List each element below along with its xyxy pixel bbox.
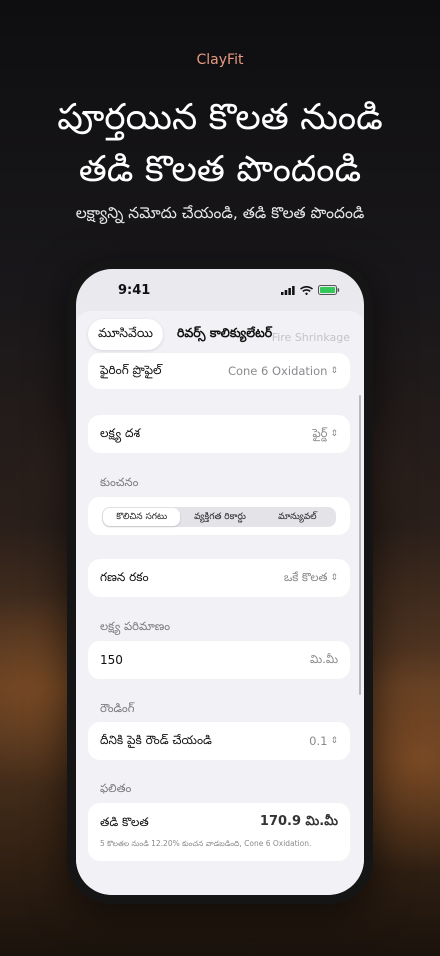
chevron-updown-icon: ⇕ [330, 366, 338, 376]
target-stage-card: లక్ష్య దశ ఫైర్డ్ ⇕ [88, 415, 350, 453]
segment-manual[interactable]: మాన్యువల్ [259, 507, 336, 527]
rounding-value: 0.1 [309, 734, 328, 748]
target-stage-value: ఫైర్డ్ [312, 425, 328, 440]
result-header: ఫలితం [100, 781, 132, 795]
brand-label: ClayFit [196, 52, 244, 68]
phone-screen: 9:41 Fire Shrinkage మూసివేయి రివర్స్ కాల… [76, 269, 364, 895]
shrinkage-header: కుంచనం [100, 475, 139, 489]
result-card: తడి కొలత 170.9 మి.మీ 5 కొలతల నుండి 12.20… [88, 803, 350, 861]
result-label: తడి కొలత [100, 815, 149, 829]
status-icons [281, 285, 340, 295]
result-note: 5 కొలతల నుండి 12.20% కుంచన వాడబడింది, Co… [100, 839, 312, 848]
sheet-header: మూసివేయి రివర్స్ కాలిక్యులేటర్ [88, 319, 272, 350]
firing-profile-label: ఫైరింగ్ ప్రొఫైల్ [100, 362, 162, 377]
chevron-updown-icon: ⇕ [330, 736, 338, 746]
calc-type-card: గణన రకం ఒకే కొలత ⇕ [88, 559, 350, 597]
rounding-header: రౌండింగ్ [100, 701, 135, 715]
segment-personal-record[interactable]: వ్యక్తిగత రికార్డు [181, 507, 258, 527]
shrinkage-card: కొలిచిన సగటు వ్యక్తిగత రికార్డు మాన్యువల… [88, 497, 350, 535]
close-button[interactable]: మూసివేయి [88, 319, 163, 350]
target-size-unit: మి.మీ [310, 651, 338, 666]
headline-line-2: తడి కొలత పొందండి [78, 149, 362, 190]
firing-profile-value: Cone 6 Oxidation [227, 364, 328, 378]
chevron-updown-icon: ⇕ [330, 573, 338, 583]
calculator-sheet: Fire Shrinkage మూసివేయి రివర్స్ కాలిక్యు… [76, 311, 364, 895]
segment-measured-average[interactable]: కొలిచిన సగటు [103, 508, 181, 526]
headline: పూర్తయిన కొలత నుండి తడి కొలత పొందండి [0, 92, 440, 196]
calc-type-row[interactable]: గణన రకం ఒకే కొలత ⇕ [88, 559, 350, 597]
headline-line-1: పూర్తయిన కొలత నుండి [57, 97, 383, 138]
status-time: 9:41 [118, 283, 151, 298]
rounding-label: దీనికి పైకి రౌండ్ చేయండి [100, 732, 212, 747]
target-size-header: లక్ష్య పరిమాణం [100, 619, 171, 633]
target-stage-row[interactable]: లక్ష్య దశ ఫైర్డ్ ⇕ [88, 415, 350, 453]
rounding-card: దీనికి పైకి రౌండ్ చేయండి 0.1 ⇕ [88, 722, 350, 760]
ghost-header-text: Fire Shrinkage [271, 331, 350, 344]
signal-icon [281, 285, 295, 295]
phone-frame: 9:41 Fire Shrinkage మూసివేయి రివర్స్ కాల… [67, 260, 373, 904]
firing-profile-card: ఫైరింగ్ ప్రొఫైల్ Cone 6 Oxidation ⇕ [88, 353, 350, 389]
status-bar: 9:41 [76, 283, 364, 303]
calc-type-label: గణన రకం [100, 569, 149, 584]
wifi-icon [300, 285, 313, 295]
target-size-input[interactable]: 150 [100, 653, 123, 667]
firing-profile-row[interactable]: ఫైరింగ్ ప్రొఫైల్ Cone 6 Oxidation ⇕ [88, 353, 350, 389]
target-size-card: 150 మి.మీ [88, 641, 350, 679]
rounding-row[interactable]: దీనికి పైకి రౌండ్ చేయండి 0.1 ⇕ [88, 722, 350, 760]
target-stage-label: లక్ష్య దశ [100, 425, 141, 440]
result-value: 170.9 మి.మీ [259, 814, 338, 829]
subheadline: లక్ష్యాన్ని నమోదు చేయండి, తడి కొలత పొందం… [75, 204, 365, 222]
battery-icon [318, 285, 340, 295]
calc-type-value: ఒకే కొలత [283, 569, 328, 584]
sheet-title: రివర్స్ కాలిక్యులేటర్ [176, 325, 273, 340]
scrollbar[interactable] [358, 395, 361, 695]
shrinkage-segmented-control: కొలిచిన సగటు వ్యక్తిగత రికార్డు మాన్యువల… [102, 507, 336, 527]
chevron-updown-icon: ⇕ [330, 429, 338, 439]
